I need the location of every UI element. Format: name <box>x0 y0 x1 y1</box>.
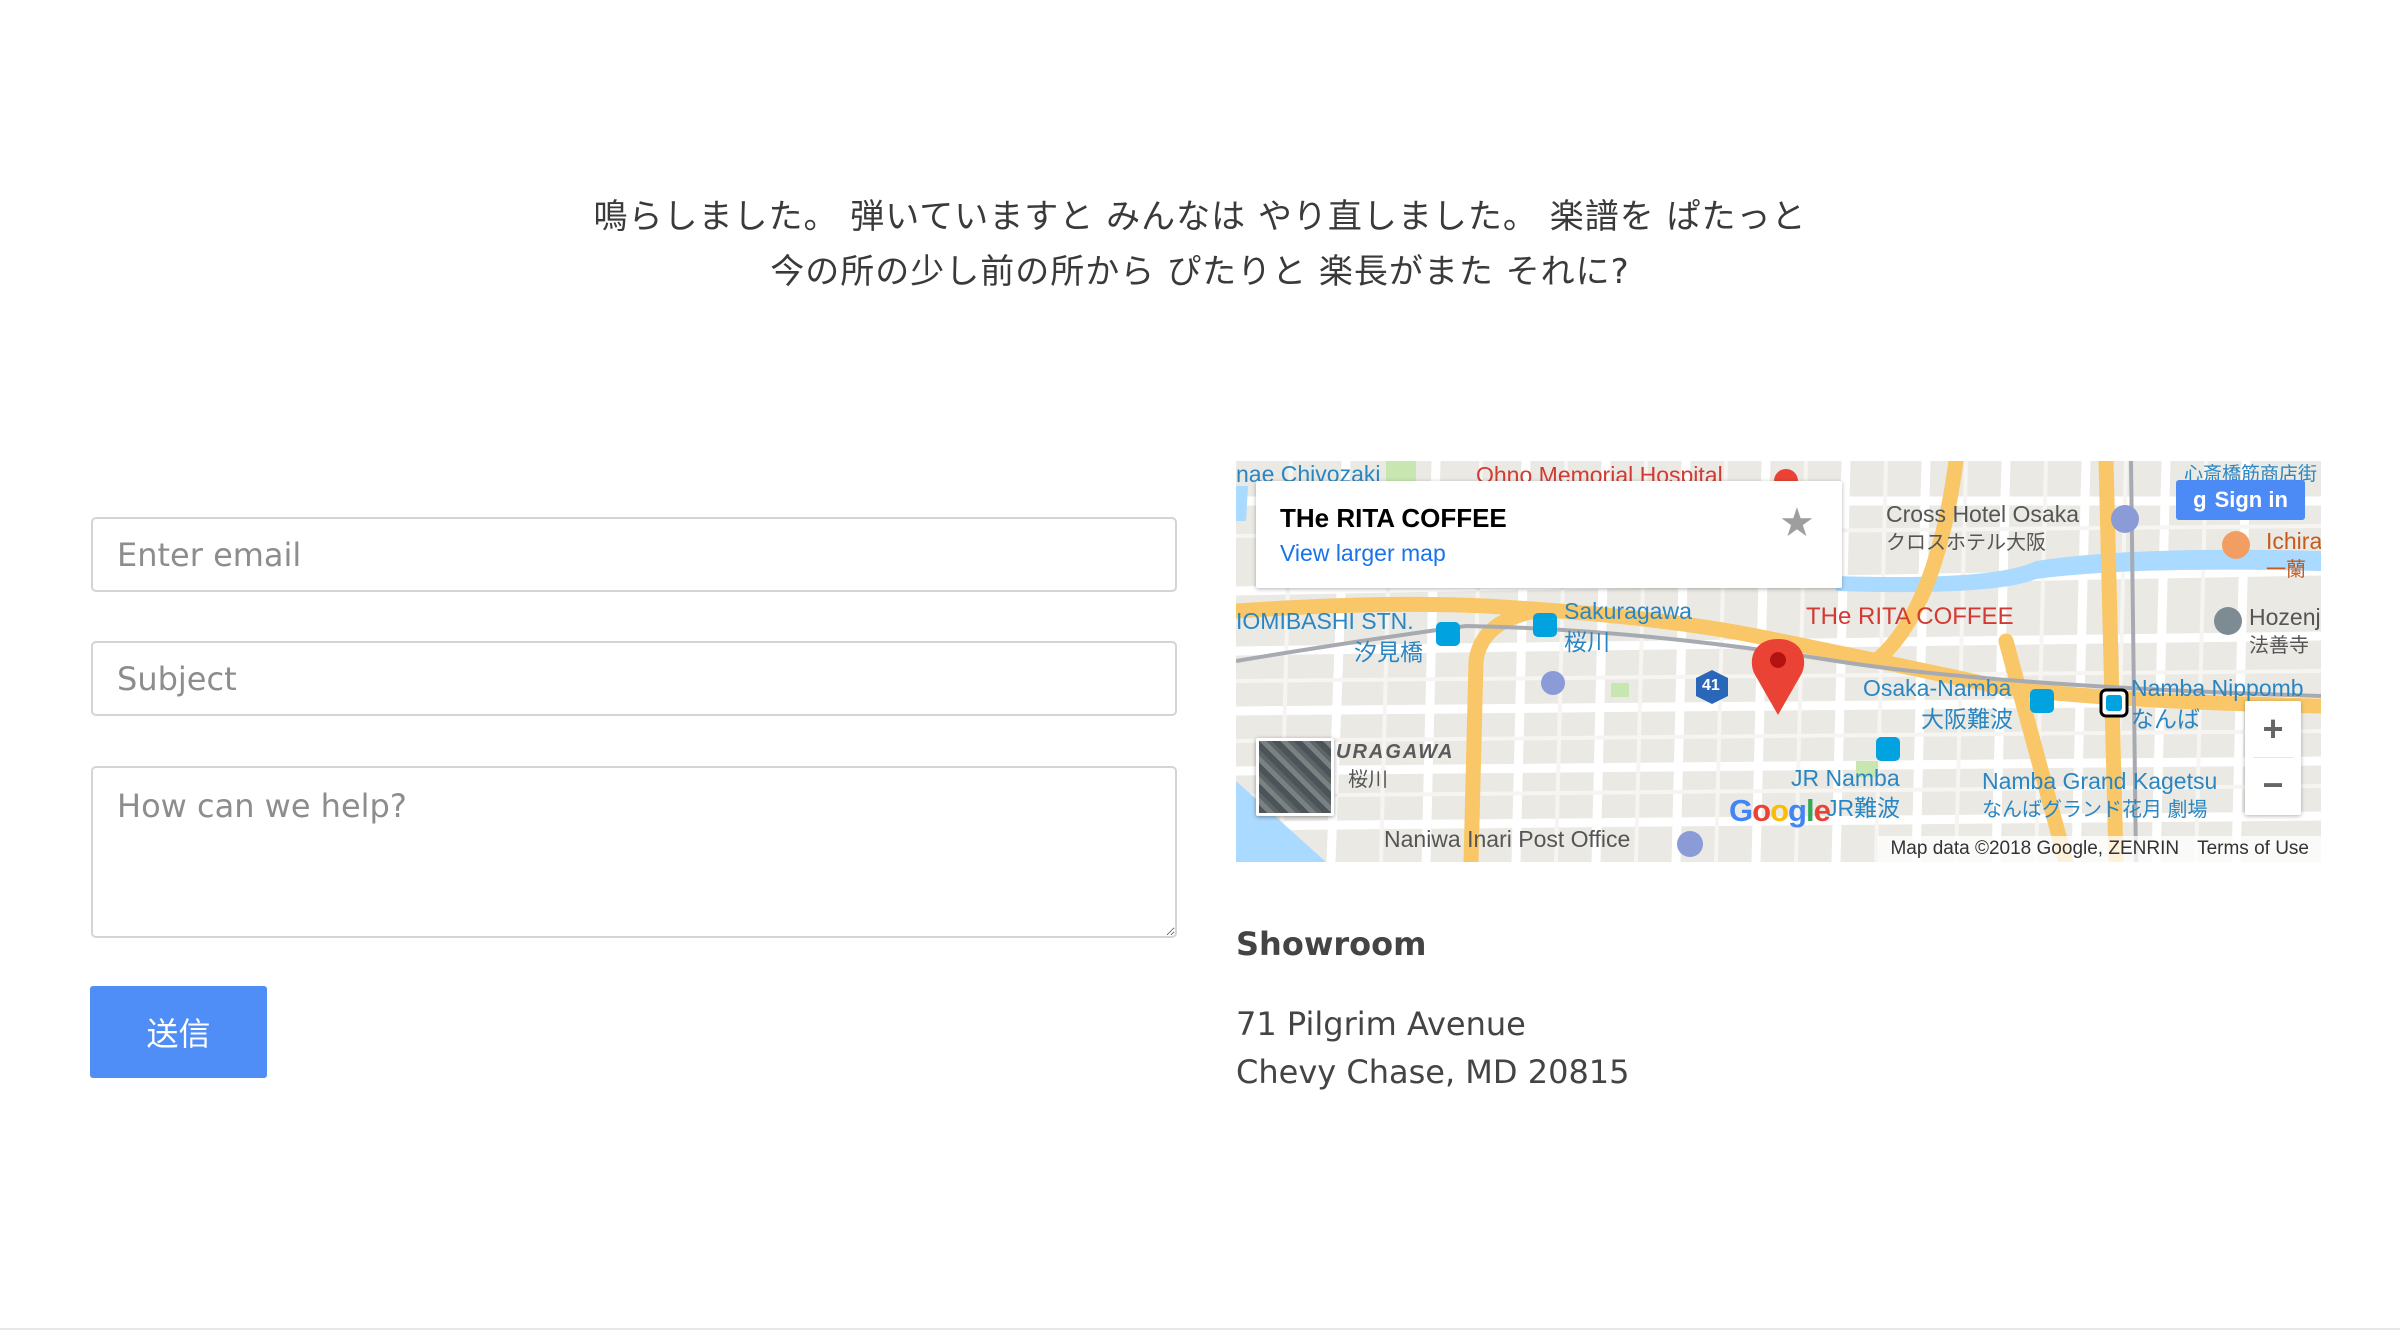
map-attribution: Map data ©2018 Google, ZENRIN Terms of U… <box>1878 836 2321 862</box>
intro-line-1: 鳴らしました。 弾いていますと みんなは やり直しました。 楽譜を ぱたっと <box>593 197 1807 237</box>
zoom-out-button[interactable]: − <box>2245 757 2301 813</box>
embedded-map[interactable]: nae Chivozaki Ohno Memorial Hospital 心斎橋… <box>1236 461 2321 862</box>
map-label-naniwa-post: Naniwa Inari Post Office <box>1384 826 1631 852</box>
map-label-sakuragawa-en: Sakuragawa <box>1564 598 1692 624</box>
route-41-shield: 41 <box>1702 677 1720 694</box>
submit-button[interactable]: 送信 <box>90 986 267 1078</box>
map-label-osaka-namba-ja: 大阪難波 <box>1921 706 2013 732</box>
zoom-controls: + − <box>2245 701 2301 815</box>
showroom-heading: Showroom <box>1236 925 1427 963</box>
map-label-hozenji-ja: 法善寺 <box>2249 635 2309 657</box>
zoom-separator <box>2253 757 2293 758</box>
map-label-osaka-namba-en: Osaka-Namba <box>1863 675 2012 701</box>
map-label-jr-namba-en: JR Namba <box>1791 765 1900 791</box>
map-label-ichiran-ja: 一蘭 <box>2266 559 2306 581</box>
terms-of-use-link[interactable]: Terms of Use <box>2197 838 2309 860</box>
intro-text: 鳴らしました。 弾いていますと みんなは やり直しました。 楽譜を ぱたっと 今… <box>0 190 2400 300</box>
map-label-jr-namba-ja: JR難波 <box>1826 795 1901 821</box>
address-line-1: 71 Pilgrim Avenue <box>1236 1005 1526 1043</box>
subject-field[interactable] <box>91 641 1177 716</box>
map-label-iomibashi-en: IOMIBASHI STN. <box>1236 608 1414 634</box>
map-label-cross-hotel-ja: クロスホテル大阪 <box>1886 532 2046 554</box>
sign-in-label: Sign in <box>2214 487 2288 512</box>
place-info-card: THe RITA COFFEE View larger map ★ <box>1256 481 1842 588</box>
view-larger-map-link[interactable]: View larger map <box>1280 540 1446 567</box>
google-plus-icon: g <box>2193 487 2207 512</box>
map-label-hozenji-en: Hozenj <box>2249 604 2321 630</box>
map-label-namba-grand-ja: なんばグランド花月 劇場 <box>1982 799 2208 821</box>
map-label-sakuragawa-ja: 桜川 <box>1564 629 1610 655</box>
intro-line-2: 今の所の少し前の所から ぴたりと 楽長がまた それに? <box>770 252 1630 292</box>
message-textarea[interactable] <box>91 766 1177 938</box>
map-label-cross-hotel-en: Cross Hotel Osaka <box>1886 501 2080 527</box>
place-title: THe RITA COFFEE <box>1280 503 1507 533</box>
map-label-sakuragawa-area-ja: 桜川 <box>1348 769 1388 791</box>
map-label-rita-coffee: THe RITA COFFEE <box>1806 603 2014 630</box>
sign-in-button[interactable]: g Sign in <box>2176 480 2305 520</box>
map-label-namba-nippombashi-ja: なんば <box>2131 706 2200 732</box>
save-star-icon[interactable]: ★ <box>1779 503 1815 543</box>
satellite-view-toggle[interactable] <box>1256 738 1334 816</box>
address-line-2: Chevy Chase, MD 20815 <box>1236 1053 1630 1091</box>
map-label-sakuragawa-area-en: URAGAWA <box>1336 741 1455 763</box>
zoom-in-button[interactable]: + <box>2245 701 2301 757</box>
map-label-namba-grand-en: Namba Grand Kagetsu <box>1982 768 2218 794</box>
google-logo: Google <box>1729 793 1831 828</box>
email-field[interactable] <box>91 517 1177 592</box>
map-data-credit: Map data ©2018 Google, ZENRIN <box>1890 838 2180 859</box>
map-label-namba-nippombashi-en: Namba Nippomb <box>2131 675 2304 701</box>
map-label-ichiran-en: Ichira <box>2266 528 2321 554</box>
map-label-iomibashi-ja: 汐見橋 <box>1354 639 1423 665</box>
